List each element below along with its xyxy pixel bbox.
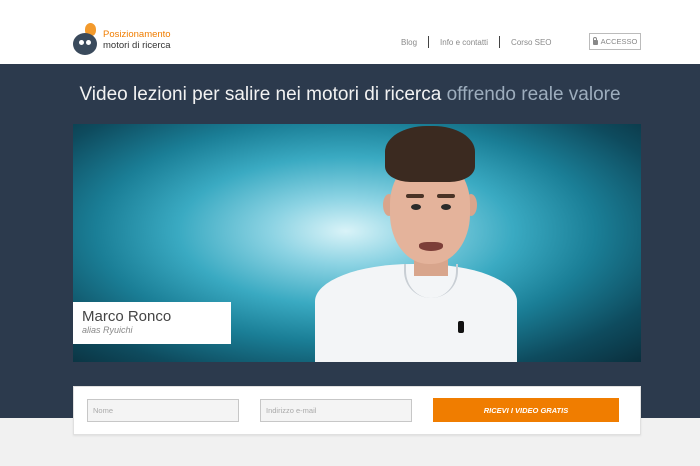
nav-item-blog[interactable]: Blog bbox=[390, 38, 428, 47]
presenter-alias: alias Ryuichi bbox=[82, 325, 133, 335]
lock-icon bbox=[592, 37, 598, 45]
main-nav: Blog Info e contatti Corso SEO bbox=[390, 36, 563, 48]
email-input[interactable] bbox=[260, 399, 412, 422]
nav-item-info-contatti[interactable]: Info e contatti bbox=[429, 38, 499, 47]
name-input[interactable] bbox=[87, 399, 239, 422]
headline-main: Video lezioni per salire nei motori di r… bbox=[79, 84, 442, 105]
site-logo[interactable]: Posizionamento motori di ricerca bbox=[72, 22, 192, 58]
intro-video[interactable]: Marco Ronco alias Ryuichi bbox=[73, 124, 641, 362]
hero-headline: Video lezioni per salire nei motori di r… bbox=[0, 84, 700, 106]
presenter-name-card: Marco Ronco alias Ryuichi bbox=[73, 302, 231, 344]
logo-text: Posizionamento motori di ricerca bbox=[103, 29, 171, 51]
microphone-icon bbox=[458, 321, 464, 333]
get-free-videos-button[interactable]: RICEVI I VIDEO GRATIS bbox=[433, 398, 619, 422]
login-button[interactable]: ACCESSO bbox=[589, 33, 641, 50]
hero-section: Video lezioni per salire nei motori di r… bbox=[0, 64, 700, 418]
login-label: ACCESSO bbox=[600, 37, 638, 46]
presenter-image bbox=[311, 124, 521, 362]
robot-bulb-logo-icon bbox=[72, 23, 100, 57]
signup-form: RICEVI I VIDEO GRATIS bbox=[73, 386, 641, 435]
site-header: Posizionamento motori di ricerca Blog In… bbox=[0, 0, 700, 64]
logo-line-2: motori di ricerca bbox=[103, 40, 171, 51]
presenter-name: Marco Ronco bbox=[82, 308, 172, 325]
logo-line-1: Posizionamento bbox=[103, 29, 171, 40]
nav-item-corso-seo[interactable]: Corso SEO bbox=[500, 38, 562, 47]
headline-accent: offrendo reale valore bbox=[446, 84, 621, 105]
